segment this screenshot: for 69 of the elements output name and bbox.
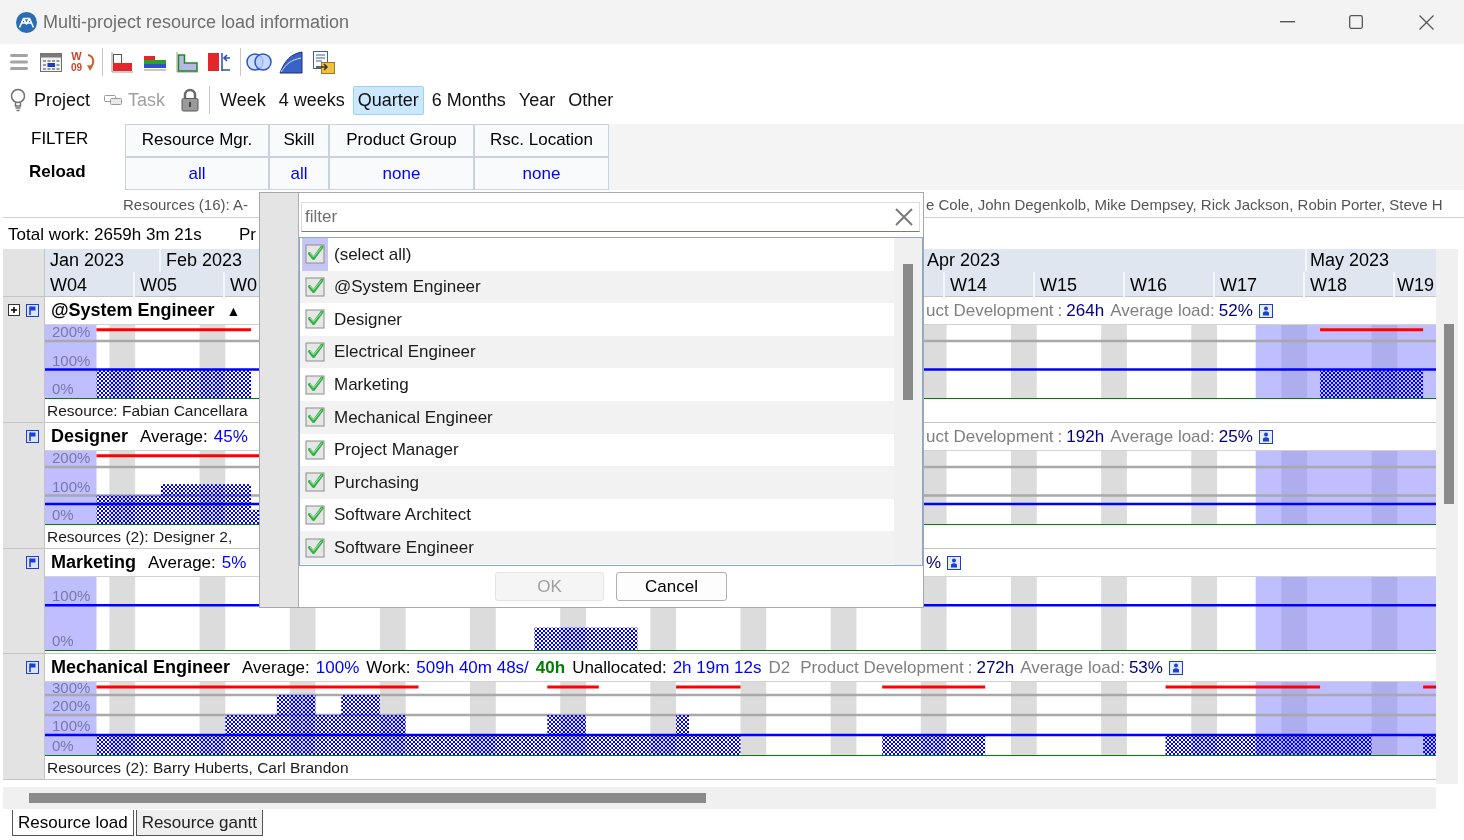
week-header: W14	[945, 272, 1035, 299]
sort-indicator: ▲	[226, 302, 241, 321]
separator-text: :	[1057, 299, 1063, 322]
group-name: Marketing	[51, 551, 137, 574]
figure-value: 264h	[1066, 299, 1105, 322]
category-label: uct Development	[926, 299, 1054, 322]
field-label: Average:	[140, 426, 208, 448]
axis-label: 300%	[52, 681, 91, 696]
figure-value: 272h	[976, 657, 1015, 679]
column-header: Product Group	[329, 124, 474, 157]
axis-label: 100%	[52, 717, 91, 734]
field-value: 2h 19m 12s	[672, 657, 762, 679]
field-label: Unallocated:	[572, 657, 667, 679]
category-label: Average load:	[1110, 299, 1215, 322]
month-header: Jan 2023	[45, 249, 161, 272]
field-label: Average:	[148, 552, 216, 574]
field-value: 100%	[315, 657, 360, 679]
field-value: 509h 40m 48s/	[416, 657, 529, 679]
figure-value: 25%	[1218, 425, 1253, 448]
column-header: Skill	[269, 124, 329, 157]
figure-value: 53%	[1128, 657, 1163, 679]
week-header: W18	[1305, 272, 1395, 299]
axis-label: 100%	[52, 477, 91, 495]
field-label: Work:	[366, 657, 411, 679]
field-value: 40h	[535, 657, 566, 679]
category-label: Average load:	[1110, 425, 1215, 448]
category-label: uct Development	[926, 425, 1054, 448]
resource-list: Resources (2): Designer 2,	[47, 525, 233, 549]
summary-text: Pr	[239, 224, 256, 247]
category-label: Product Development	[800, 657, 964, 679]
figure-value: %	[926, 551, 942, 574]
code-label: D2	[768, 657, 791, 679]
week-header: W0	[229, 274, 258, 297]
axis-label: 200%	[52, 697, 91, 714]
separator-text: :	[1057, 425, 1063, 448]
field-value: 5%	[221, 552, 247, 574]
week-header: W17	[1215, 272, 1305, 299]
axis-label: 100%	[52, 587, 91, 605]
field-label: Average:	[242, 657, 310, 679]
axis-label: 0%	[52, 380, 74, 397]
separator-text: :	[967, 657, 973, 679]
month-header: Feb 2023	[165, 249, 244, 272]
week-header: W05	[135, 272, 225, 299]
axis-label: 200%	[52, 450, 91, 467]
axis-label: 0%	[52, 737, 74, 754]
window-title: Multi-project resource load information	[43, 11, 350, 33]
axis-label: 200%	[52, 324, 91, 341]
axis-label: 100%	[52, 351, 91, 369]
column-header: Resource Mgr.	[125, 124, 269, 157]
group-name: Designer	[51, 425, 129, 448]
week-header: W15	[1035, 272, 1125, 299]
filter-label: FILTER	[31, 128, 89, 151]
summary-text: Total work: 2659h 3m 21s	[8, 224, 202, 247]
group-name: Mechanical Engineer	[51, 656, 231, 679]
category-label: Average load:	[1020, 657, 1125, 679]
resource-summary: e Cole, John Degenkolb, Mike Dempsey, Rick Jackson, Robin Porter, Steve H	[926, 195, 1443, 216]
axis-label: 0%	[52, 632, 74, 649]
week-header: W16	[1125, 272, 1215, 299]
month-header: May 2023	[1309, 249, 1391, 272]
resource-list: Resources (2): Barry Huberts, Carl Brandon	[47, 756, 349, 780]
column-header: Rsc. Location	[474, 124, 609, 157]
figure-value: 52%	[1218, 299, 1253, 322]
field-value: 45%	[213, 426, 248, 448]
resource-summary: Resources (16): A-	[123, 196, 249, 214]
axis-label: 0%	[52, 506, 74, 523]
figure-value: 192h	[1066, 425, 1105, 448]
week-header: W19	[1396, 274, 1435, 297]
group-name: @System Engineer	[51, 299, 215, 322]
resource-list: Resource: Fabian Cancellara	[47, 399, 248, 423]
